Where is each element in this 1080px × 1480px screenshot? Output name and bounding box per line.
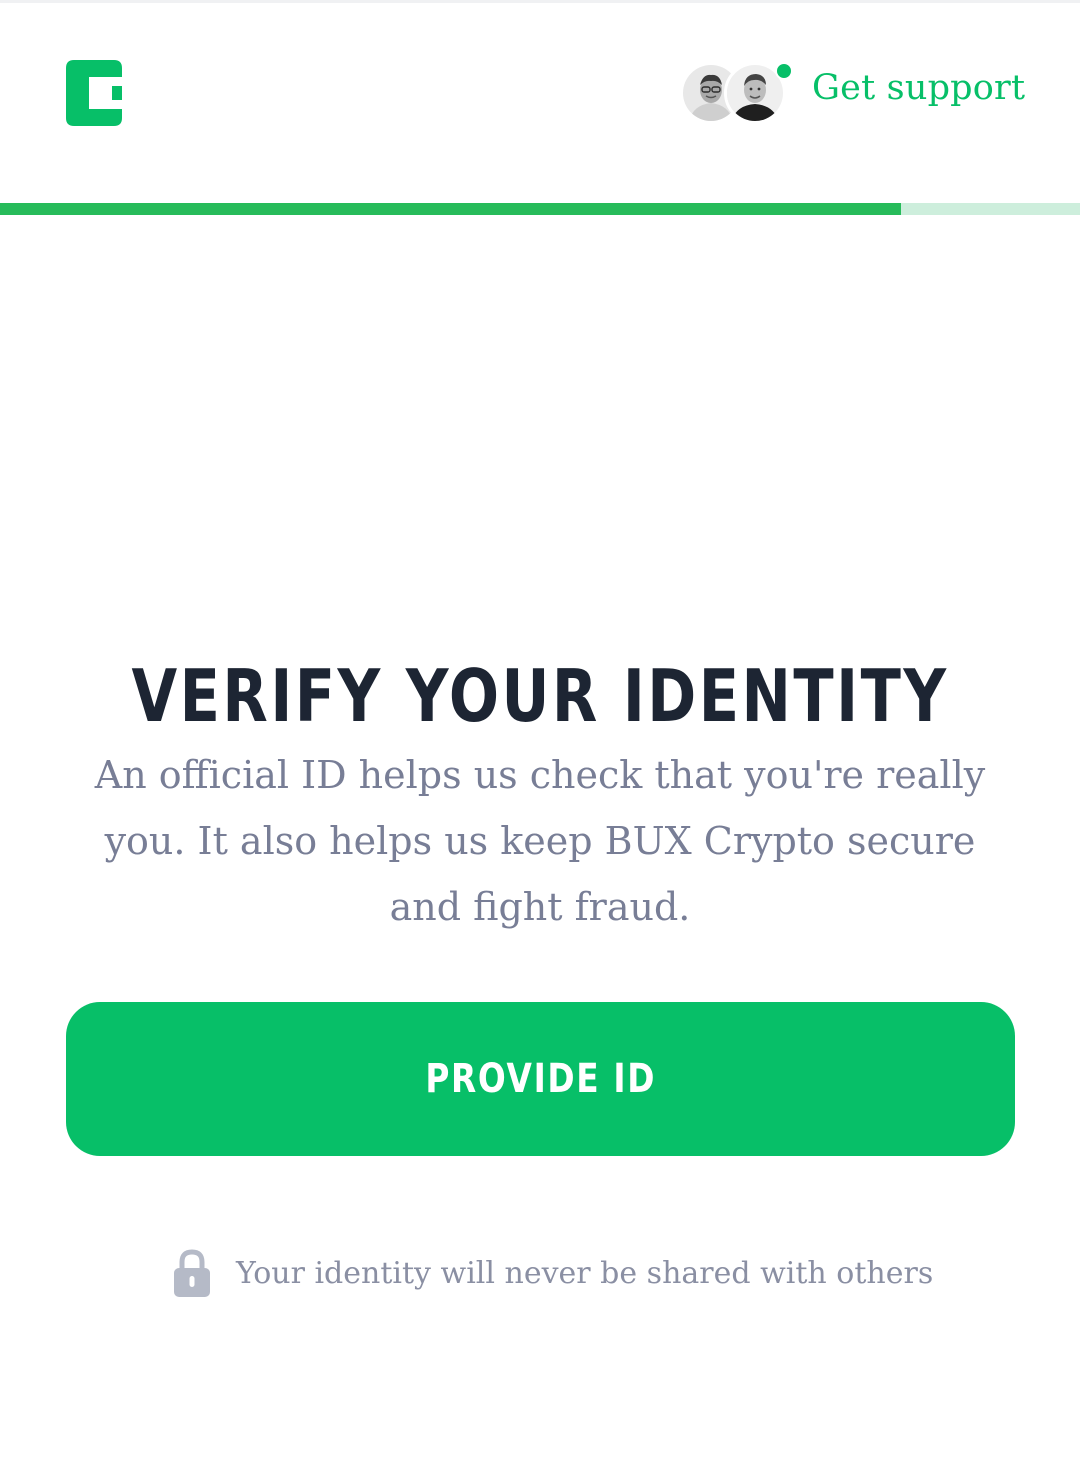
privacy-note: Your identity will never be shared with …: [174, 1245, 933, 1301]
page-description: An official ID helps us check that you'r…: [94, 753, 986, 929]
support-avatars[interactable]: [680, 62, 793, 126]
provide-id-button[interactable]: PROVIDE ID: [66, 1002, 1015, 1156]
privacy-note-text: Your identity will never be shared with …: [236, 1255, 934, 1291]
header: Get support: [0, 0, 1080, 200]
provide-id-button-label: PROVIDE ID: [425, 1056, 656, 1102]
bux-crypto-logo-icon[interactable]: [66, 60, 122, 126]
page-title: VERIFY YOUR IDENTITY: [131, 654, 949, 739]
get-support-link[interactable]: Get support: [812, 68, 1025, 108]
online-status-dot: [775, 62, 793, 80]
lock-icon: [174, 1249, 210, 1297]
progress-bar: [0, 203, 1080, 215]
progress-bar-fill: [0, 203, 901, 215]
